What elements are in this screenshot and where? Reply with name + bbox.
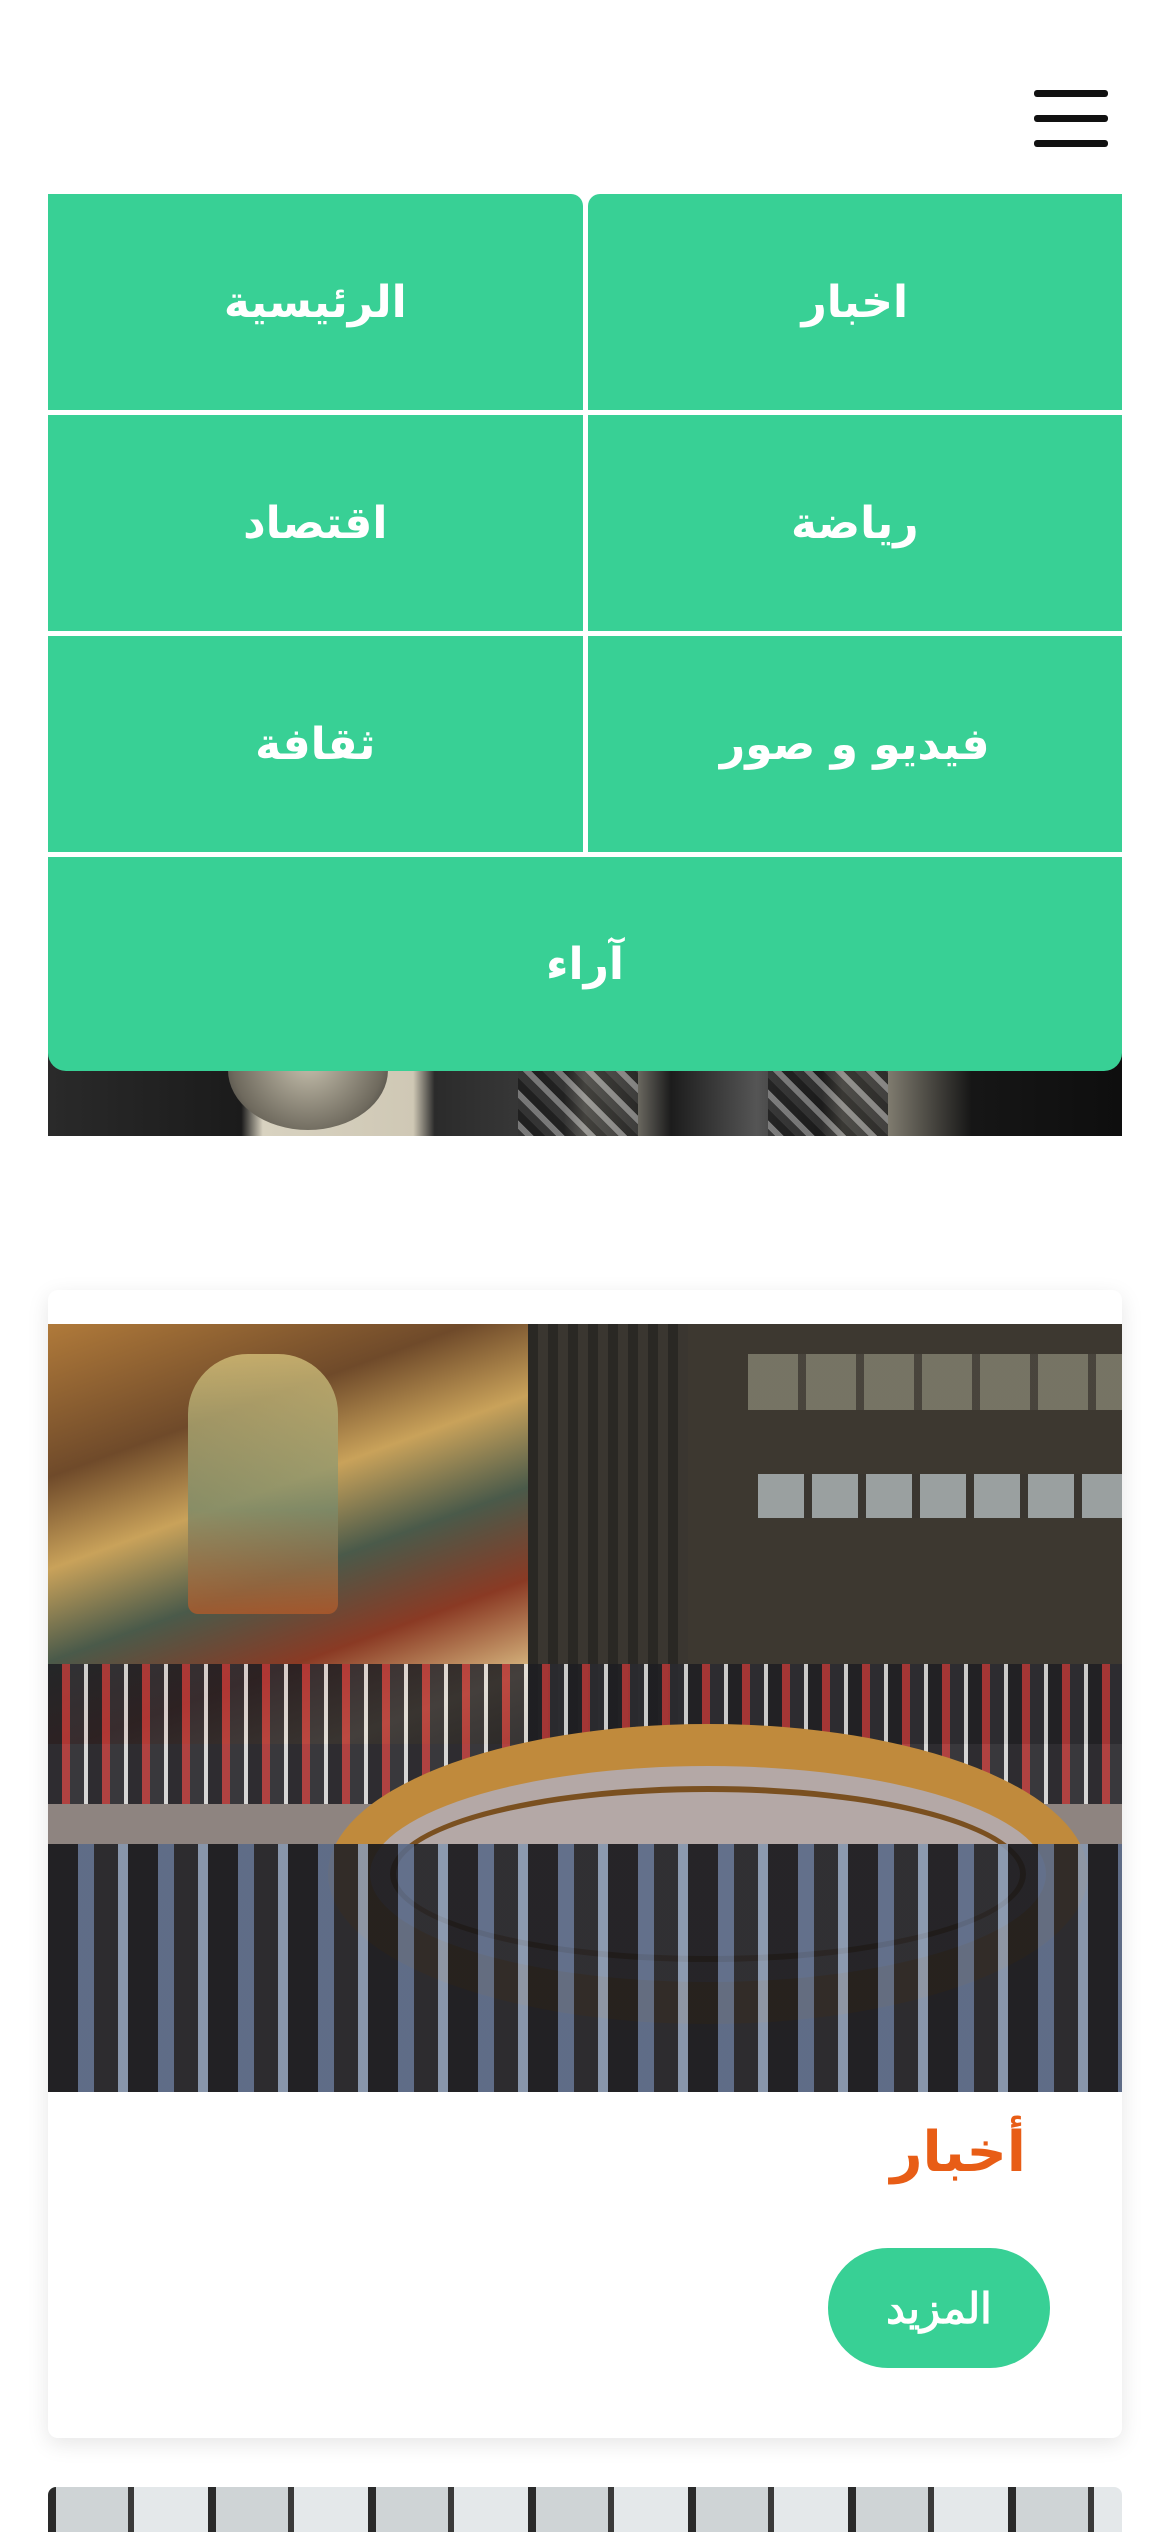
menu-item-culture[interactable]: ثقافة (48, 636, 583, 852)
menu-item-video-photos[interactable]: فيديو و صور (587, 636, 1122, 852)
hamburger-menu-icon[interactable] (1034, 88, 1110, 150)
hamburger-line (1034, 90, 1108, 97)
card-category-tag[interactable]: أخبار (890, 2120, 1026, 2185)
nav-menu-grid: الرئيسية اخبار اقتصاد رياضة ثقافة فيديو … (48, 194, 1122, 852)
nav-menu: الرئيسية اخبار اقتصاد رياضة ثقافة فيديو … (48, 194, 1122, 1071)
foreground-people (48, 1844, 1122, 2092)
menu-item-sports[interactable]: رياضة (587, 415, 1122, 631)
gallery-windows (748, 1354, 1122, 1410)
hamburger-line (1034, 140, 1108, 147)
card-image[interactable] (48, 1324, 1122, 2092)
menu-item-news[interactable]: اخبار (587, 194, 1122, 410)
booth-windows (758, 1474, 1122, 1518)
menu-item-opinions[interactable]: آراء (48, 857, 1122, 1071)
news-card: أخبار المزيد (48, 1290, 1122, 2438)
hamburger-line (1034, 115, 1108, 122)
menu-item-economy[interactable]: اقتصاد (48, 415, 583, 631)
next-card-image[interactable] (48, 2487, 1122, 2532)
more-button[interactable]: المزيد (828, 2248, 1050, 2368)
menu-item-home[interactable]: الرئيسية (48, 194, 583, 410)
